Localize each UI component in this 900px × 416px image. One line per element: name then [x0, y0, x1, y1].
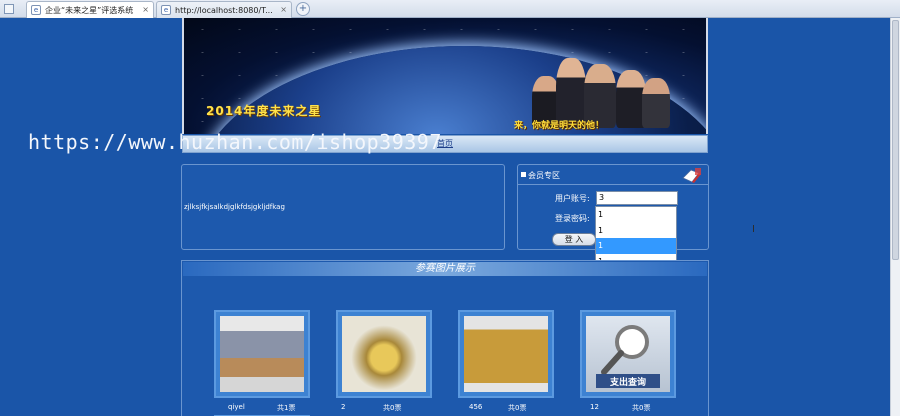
banner-slogan: 来，你就是明天的他！	[514, 121, 605, 131]
card-image-machine	[342, 316, 426, 392]
gallery-header: 参赛图片展示	[183, 262, 707, 276]
page-icon: e	[161, 5, 171, 15]
close-icon[interactable]: ×	[142, 5, 149, 14]
watermark-text: https://www.huzhan.com/ishop39397	[28, 130, 442, 154]
tab-label: 企业“未来之星”评选系统	[45, 5, 134, 15]
scrollbar-thumb[interactable]	[892, 20, 899, 260]
username-label: 用户账号:	[555, 194, 590, 203]
close-icon[interactable]: ×	[280, 5, 287, 14]
member-panel-title: 会员专区	[528, 171, 560, 180]
gallery-title: 参赛图片展示	[415, 263, 475, 274]
tab-label: http://localhost:8080/T...	[175, 5, 273, 15]
window-menu-icon[interactable]	[4, 4, 14, 14]
password-label: 登录密码:	[555, 214, 590, 223]
tab-future-star-system[interactable]: e 企业“未来之星”评选系统 ×	[26, 1, 154, 18]
search-card-text: 支出查询	[609, 378, 646, 388]
autocomplete-dropdown: 1 1 1 1	[595, 206, 677, 268]
browser-tab-strip: e 企业“未来之星”评选系统 × e http://localhost:8080…	[0, 0, 900, 18]
banner-title: 2014年度未来之星	[206, 104, 322, 118]
card-name: qiyel	[228, 403, 245, 411]
card-name: 2	[341, 403, 346, 411]
gallery-card-456[interactable]	[458, 310, 554, 398]
card-name: 12	[590, 403, 599, 411]
page-content: 2014年度未来之星 来，你就是明天的他！ 首页 zjlksjfkjsalkdj…	[0, 18, 890, 416]
gallery-card-qiyel[interactable]	[214, 310, 310, 398]
autocomplete-option[interactable]: 1	[596, 223, 676, 239]
card-votes: 共0票	[508, 404, 527, 412]
header-banner: 2014年度未来之星 来，你就是明天的他！	[182, 18, 708, 134]
card-votes: 共1票	[277, 404, 296, 412]
autocomplete-option-selected[interactable]: 1	[596, 238, 676, 254]
news-text: zjlksjfkjsalkdjglkfdsjgkljdfkag	[184, 203, 285, 211]
card-image-book	[220, 316, 304, 392]
card-name: 456	[469, 403, 483, 411]
page-icon: e	[31, 5, 41, 15]
login-button[interactable]: 登 入	[552, 233, 596, 246]
text-cursor-icon: I	[752, 224, 755, 235]
gallery-panel: 参赛图片展示 qiyel 共1票 2 共0票 456 共0票 支出查询 12 共…	[181, 260, 709, 416]
vertical-scrollbar[interactable]	[890, 18, 900, 416]
new-tab-button[interactable]: +	[296, 2, 310, 16]
card-image-physics	[464, 316, 548, 392]
gallery-card-12[interactable]: 支出查询	[580, 310, 676, 398]
gallery-card-2[interactable]	[336, 310, 432, 398]
book-icon	[682, 168, 701, 183]
card-image-search: 支出查询	[586, 316, 670, 392]
tab-localhost[interactable]: e http://localhost:8080/T... ×	[156, 1, 292, 18]
news-panel: zjlksjfkjsalkdjglkfdsjgkljdfkag	[181, 164, 505, 250]
bullet-icon	[521, 172, 526, 177]
card-votes: 共0票	[632, 404, 651, 412]
username-input[interactable]: 3	[596, 191, 678, 205]
member-panel-header: 会员专区	[518, 165, 708, 185]
card-votes: 共0票	[383, 404, 402, 412]
autocomplete-option[interactable]: 1	[596, 207, 676, 223]
